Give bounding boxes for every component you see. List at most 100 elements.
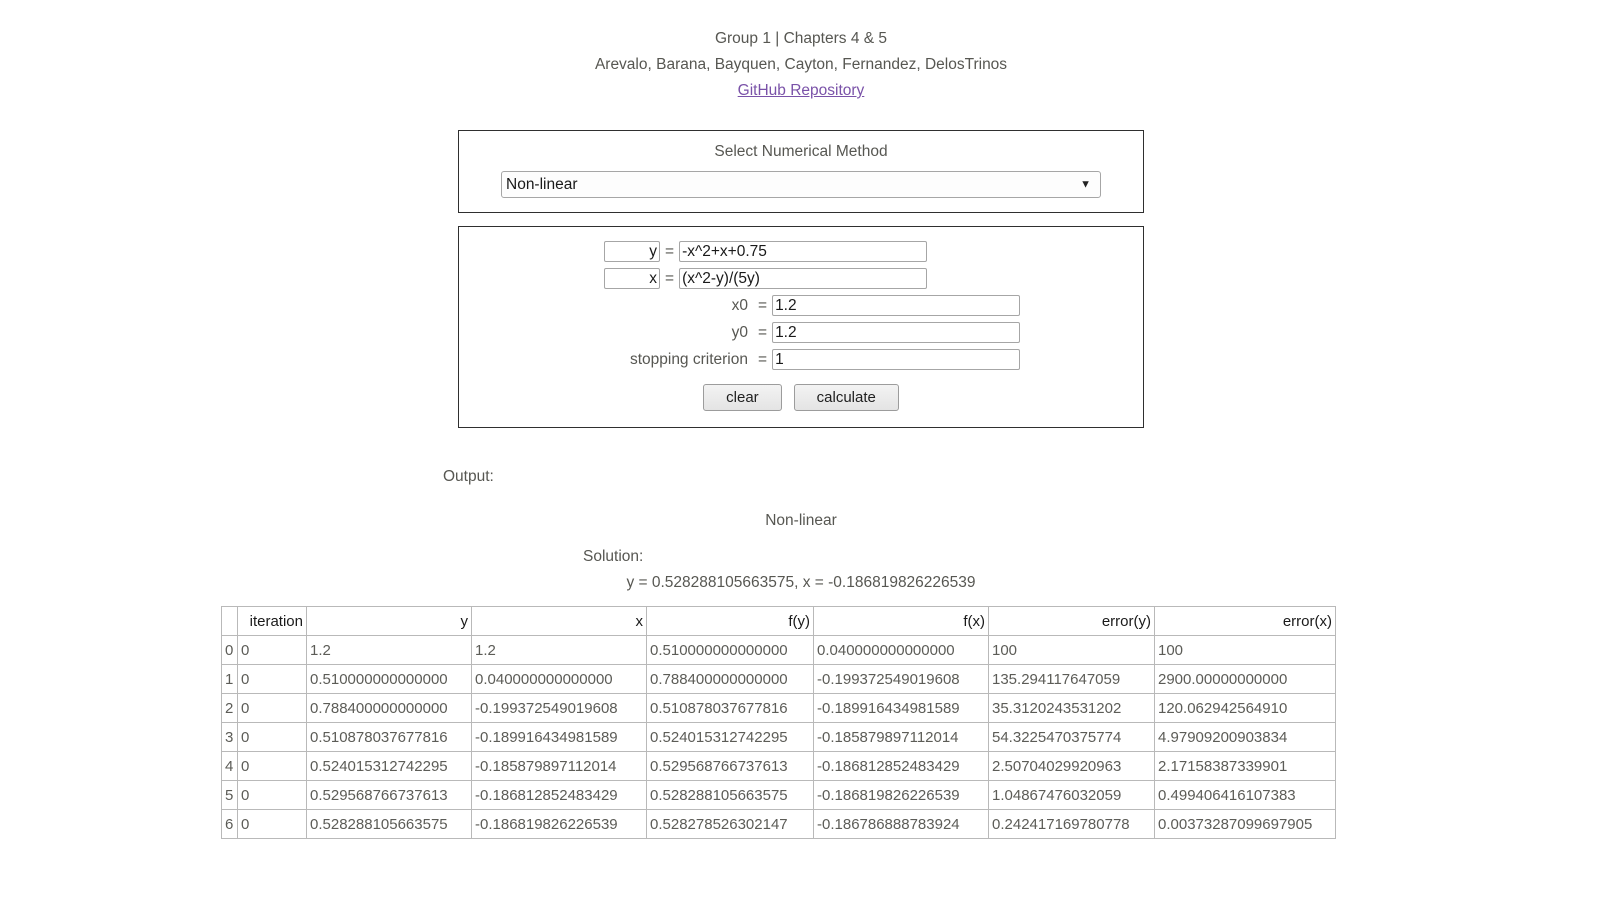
- cell-iteration: 0: [237, 809, 307, 839]
- cell-iteration: 0: [237, 693, 307, 723]
- cell-fy: 0.510878037677816: [646, 693, 814, 723]
- form-row-x0: x0 =: [459, 295, 1143, 316]
- method-select-wrapper: Non-linear ▼: [501, 171, 1101, 198]
- results-table-wrapper: iteration y x f(y) f(x) error(y) error(x…: [221, 606, 1336, 839]
- cell-iteration: 0: [237, 635, 307, 665]
- equals-sign: =: [758, 296, 768, 314]
- cell-fx: -0.189916434981589: [813, 693, 989, 723]
- cell-error-x: 4.97909200903834: [1154, 722, 1336, 752]
- cell-error-y: 1.04867476032059: [988, 780, 1155, 810]
- table-row: 6 0 0.528288105663575 -0.186819826226539…: [221, 809, 1336, 839]
- cell-iteration: 0: [237, 722, 307, 752]
- column-header-fx: f(x): [813, 606, 989, 636]
- column-header-iteration: iteration: [237, 606, 307, 636]
- cell-x: -0.199372549019608: [471, 693, 647, 723]
- cell-fy: 0.529568766737613: [646, 751, 814, 781]
- table-row: 0 0 1.2 1.2 0.510000000000000 0.04000000…: [221, 635, 1336, 665]
- cell-x: -0.189916434981589: [471, 722, 647, 752]
- cell-x: 1.2: [471, 635, 647, 665]
- cell-y: 0.528288105663575: [306, 809, 472, 839]
- x0-input[interactable]: [772, 295, 1021, 316]
- cell-y: 0.524015312742295: [306, 751, 472, 781]
- cell-y: 1.2: [306, 635, 472, 665]
- cell-fx: -0.199372549019608: [813, 664, 989, 694]
- column-header-y: y: [306, 606, 472, 636]
- column-header-x: x: [471, 606, 647, 636]
- results-table-body: 0 0 1.2 1.2 0.510000000000000 0.04000000…: [221, 635, 1336, 839]
- x0-label: x0: [731, 296, 748, 314]
- group-title: Group 1 | Chapters 4 & 5: [714, 30, 888, 47]
- numerical-method-select[interactable]: Non-linear: [501, 171, 1101, 198]
- table-row: 4 0 0.524015312742295 -0.185879897112014…: [221, 751, 1336, 781]
- clear-button[interactable]: clear: [703, 384, 782, 411]
- cell-error-y: 2.50704029920963: [988, 751, 1155, 781]
- cell-iteration: 0: [237, 664, 307, 694]
- column-header-fy: f(y): [646, 606, 814, 636]
- cell-fy: 0.528288105663575: [646, 780, 814, 810]
- cell-fx: -0.186786888783924: [813, 809, 989, 839]
- cell-fy: 0.528278526302147: [646, 809, 814, 839]
- form-buttons: clear calculate: [459, 384, 1143, 411]
- results-table: iteration y x f(y) f(x) error(y) error(x…: [221, 606, 1336, 839]
- table-row: 2 0 0.788400000000000 -0.199372549019608…: [221, 693, 1336, 723]
- cell-index: 3: [221, 722, 238, 752]
- y0-input[interactable]: [772, 322, 1021, 343]
- cell-iteration: 0: [237, 780, 307, 810]
- cell-y: 0.510878037677816: [306, 722, 472, 752]
- form-row-stopping-criterion: stopping criterion =: [459, 349, 1143, 370]
- solution-value: y = 0.528288105663575, x = -0.1868198262…: [626, 574, 976, 591]
- stopping-criterion-label: stopping criterion: [629, 350, 748, 368]
- cell-y: 0.788400000000000: [306, 693, 472, 723]
- cell-error-x: 0.00373287099697905: [1154, 809, 1336, 839]
- equals-sign: =: [665, 242, 675, 260]
- cell-index: 6: [221, 809, 238, 839]
- cell-y: 0.510000000000000: [306, 664, 472, 694]
- cell-fx: -0.186819826226539: [813, 780, 989, 810]
- form-row-y0: y0 =: [459, 322, 1143, 343]
- solution-label: Solution:: [583, 548, 644, 565]
- cell-y: 0.529568766737613: [306, 780, 472, 810]
- y0-label: y0: [731, 323, 748, 341]
- cell-error-x: 120.062942564910: [1154, 693, 1336, 723]
- cell-x: -0.186819826226539: [471, 809, 647, 839]
- equals-sign: =: [758, 350, 768, 368]
- cell-index: 1: [221, 664, 238, 694]
- method-panel-title: Select Numerical Method: [714, 143, 888, 160]
- cell-error-y: 54.3225470375774: [988, 722, 1155, 752]
- equals-sign: =: [665, 269, 675, 287]
- cell-index: 2: [221, 693, 238, 723]
- calculate-button[interactable]: calculate: [793, 384, 899, 411]
- cell-error-x: 0.499406416107383: [1154, 780, 1336, 810]
- cell-x: -0.186812852483429: [471, 780, 647, 810]
- cell-error-x: 2.17158387339901: [1154, 751, 1336, 781]
- cell-iteration: 0: [237, 751, 307, 781]
- column-header-error-x: error(x): [1154, 606, 1336, 636]
- y-function-input[interactable]: [679, 241, 928, 262]
- method-panel: Select Numerical Method Non-linear ▼: [458, 130, 1144, 213]
- cell-error-y: 0.242417169780778: [988, 809, 1155, 839]
- form-row-x-function: =: [459, 268, 1143, 289]
- equals-sign: =: [758, 323, 768, 341]
- cell-fx: -0.185879897112014: [813, 722, 989, 752]
- cell-error-x: 100: [1154, 635, 1336, 665]
- cell-index: 5: [221, 780, 238, 810]
- stopping-criterion-input[interactable]: [772, 349, 1021, 370]
- table-header-row: iteration y x f(y) f(x) error(y) error(x…: [221, 606, 1336, 636]
- cell-fy: 0.788400000000000: [646, 664, 814, 694]
- x-variable-name-input[interactable]: [604, 268, 660, 289]
- x-function-input[interactable]: [679, 268, 928, 289]
- cell-fx: -0.186812852483429: [813, 751, 989, 781]
- column-header-error-y: error(y): [988, 606, 1155, 636]
- column-header-index: [221, 606, 238, 636]
- table-row: 5 0 0.529568766737613 -0.186812852483429…: [221, 780, 1336, 810]
- cell-fy: 0.524015312742295: [646, 722, 814, 752]
- cell-x: -0.185879897112014: [471, 751, 647, 781]
- table-row: 1 0 0.510000000000000 0.040000000000000 …: [221, 664, 1336, 694]
- cell-error-y: 135.294117647059: [988, 664, 1155, 694]
- cell-index: 4: [221, 751, 238, 781]
- y-variable-name-input[interactable]: [604, 241, 660, 262]
- github-repository-link[interactable]: GitHub Repository: [738, 82, 865, 99]
- output-label: Output:: [443, 468, 494, 485]
- cell-error-y: 35.3120243531202: [988, 693, 1155, 723]
- authors-line: Arevalo, Barana, Bayquen, Cayton, Fernan…: [594, 56, 1008, 73]
